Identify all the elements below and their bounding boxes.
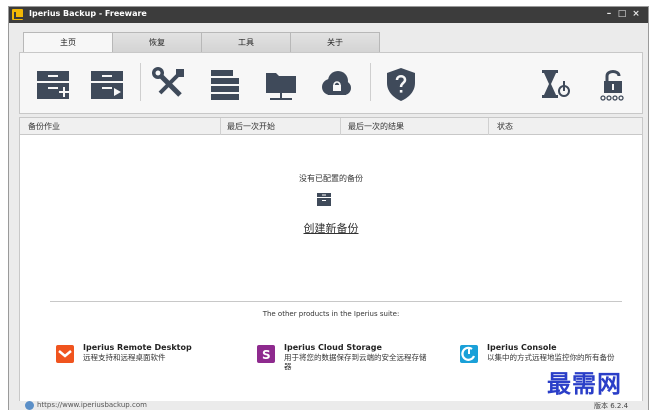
status-bar: https://www.iperiusbackup.com 版本 6.2.4	[9, 401, 648, 410]
toolbar-separator	[140, 63, 141, 101]
job-list-panel: 没有已配置的备份 创建新备份 The other products in the…	[19, 135, 643, 403]
section-divider	[50, 301, 622, 302]
cloud-icon[interactable]	[316, 65, 354, 103]
version-label: 版本 6.2.4	[594, 402, 629, 410]
column-header-last-result[interactable]: 最后一次的结果	[348, 121, 404, 132]
product-description: 远程支持和远程桌面软件	[83, 353, 166, 362]
product-description: 用于将您的数据保存到云端的安全远程存储器	[284, 353, 427, 371]
product-name[interactable]: Iperius Console	[487, 343, 557, 352]
column-divider[interactable]	[488, 118, 489, 135]
tab-bar: 主页 恢复 工具 关于	[23, 32, 380, 54]
column-header-job[interactable]: 备份作业	[28, 121, 60, 132]
product-cloud-storage[interactable]: S Iperius Cloud Storage 用于将您的数据保存到云端的安全远…	[257, 343, 427, 379]
remote-desktop-icon	[56, 345, 74, 363]
tab-about[interactable]: 关于	[290, 32, 380, 53]
column-divider[interactable]	[220, 118, 221, 135]
website-link[interactable]: https://www.iperiusbackup.com	[37, 401, 147, 409]
network-folder-icon[interactable]	[262, 65, 300, 103]
toolbar-separator	[370, 63, 371, 101]
globe-icon	[25, 401, 34, 410]
cloud-storage-icon: S	[257, 345, 275, 363]
new-backup-job-icon[interactable]	[34, 65, 72, 103]
column-header-last-start[interactable]: 最后一次开始	[227, 121, 275, 132]
toolbar-ribbon	[19, 52, 643, 114]
license-lock-icon[interactable]	[594, 65, 632, 103]
suite-products-label: The other products in the Iperius suite:	[262, 310, 400, 318]
app-window: Iperius Backup - Freeware – □ × 主页 恢复 工具…	[8, 6, 649, 410]
scheduler-icon[interactable]	[536, 65, 574, 103]
console-icon	[460, 345, 478, 363]
minimize-button[interactable]: –	[603, 8, 615, 21]
product-name[interactable]: Iperius Remote Desktop	[83, 343, 192, 352]
column-header-status[interactable]: 状态	[497, 121, 513, 132]
window-title: Iperius Backup - Freeware	[29, 9, 147, 18]
product-remote-desktop[interactable]: Iperius Remote Desktop 远程支持和远程桌面软件	[56, 343, 226, 379]
svg-text:S: S	[262, 348, 271, 362]
column-divider[interactable]	[340, 118, 341, 135]
product-description: 以集中的方式远程地监控你的所有备份	[487, 353, 615, 362]
list-icon[interactable]	[206, 65, 244, 103]
tools-icon[interactable]	[150, 65, 188, 103]
tab-home[interactable]: 主页	[23, 32, 113, 54]
empty-state-message: 没有已配置的备份	[299, 174, 363, 183]
tab-restore[interactable]: 恢复	[112, 32, 202, 53]
maximize-button[interactable]: □	[616, 8, 628, 21]
help-shield-icon[interactable]	[382, 65, 420, 103]
watermark-text: 最需网	[547, 369, 622, 398]
product-name[interactable]: Iperius Cloud Storage	[284, 343, 382, 352]
app-logo-icon	[12, 9, 23, 20]
run-backup-job-icon[interactable]	[88, 65, 126, 103]
job-list-header: 备份作业 最后一次开始 最后一次的结果 状态	[19, 117, 643, 135]
new-backup-icon[interactable]	[316, 191, 332, 207]
title-bar: Iperius Backup - Freeware – □ ×	[9, 7, 648, 23]
tab-tools[interactable]: 工具	[201, 32, 291, 53]
create-new-backup-link[interactable]: 创建新备份	[20, 220, 642, 236]
close-button[interactable]: ×	[630, 8, 642, 21]
